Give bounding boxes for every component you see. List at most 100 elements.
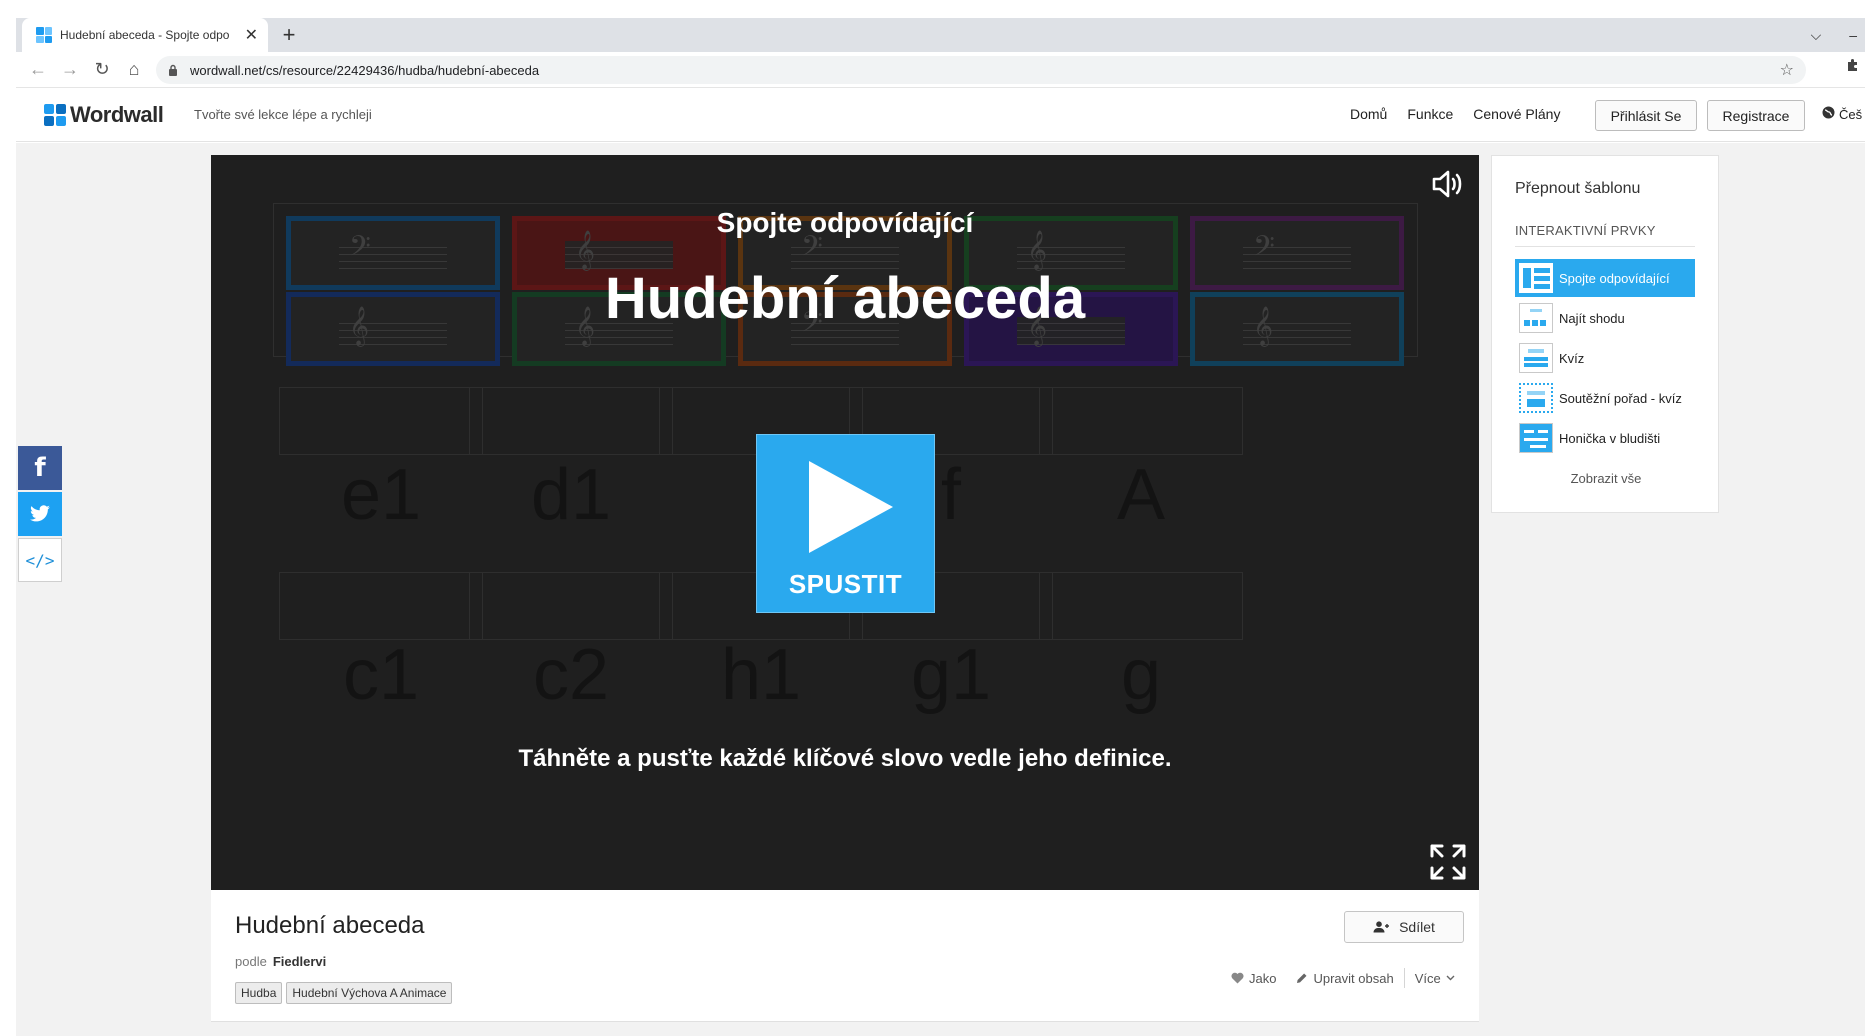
- pencil-icon: [1297, 973, 1307, 983]
- activity-title: Hudební abeceda: [235, 912, 425, 939]
- logo-mark-icon: [44, 104, 66, 126]
- template-quiz[interactable]: Kvíz: [1515, 339, 1695, 377]
- nav-pricing-link[interactable]: Cenové Plány: [1473, 106, 1560, 122]
- minimize-icon[interactable]: –: [1849, 27, 1857, 43]
- play-icon: [808, 461, 893, 553]
- share-user-icon: [1373, 921, 1390, 933]
- start-button[interactable]: SPUSTIT: [756, 434, 935, 613]
- keyword-card[interactable]: c2: [469, 639, 673, 711]
- template-label: Honička v bludišti: [1559, 430, 1661, 446]
- keyword-card[interactable]: g: [1039, 639, 1243, 711]
- game-instructions: Táhněte a pusťte každé klíčové slovo ved…: [518, 745, 1172, 772]
- login-button[interactable]: Přihlásit Se: [1595, 100, 1697, 131]
- heart-icon: [1231, 972, 1244, 984]
- browser-tab-active[interactable]: Hudební abeceda - Spojte odpo ✕: [22, 18, 268, 52]
- url-field[interactable]: wordwall.net/cs/resource/22429436/hudba/…: [156, 56, 1806, 84]
- language-selector[interactable]: Češ: [1822, 106, 1862, 122]
- show-all-templates-link[interactable]: Zobrazit vše: [1492, 471, 1720, 486]
- chevron-down-icon: [1446, 975, 1455, 981]
- logo-wordmark: Wordwall: [70, 102, 164, 127]
- match-up-icon: [1519, 263, 1553, 293]
- address-bar: ← → ↻ ⌂ wordwall.net/cs/resource/2242943…: [16, 52, 1865, 88]
- author-line: podle Fiedlervi: [235, 954, 326, 969]
- share-label: Sdílet: [1399, 919, 1435, 935]
- close-tab-icon[interactable]: ✕: [245, 25, 258, 45]
- facebook-share-button[interactable]: f: [18, 446, 62, 490]
- forward-arrow-icon[interactable]: →: [54, 54, 86, 86]
- language-label: Češ: [1839, 106, 1863, 122]
- edit-content-button[interactable]: Upravit obsah: [1286, 971, 1403, 986]
- url-text: wordwall.net/cs/resource/22429436/hudba/…: [190, 62, 540, 78]
- template-divider: [1515, 246, 1695, 247]
- tab-title: Hudební abeceda - Spojte odpo: [60, 28, 230, 42]
- template-section-label: INTERAKTIVNÍ PRVKY: [1515, 223, 1656, 238]
- like-label: Jako: [1249, 970, 1277, 986]
- start-button-label: SPUSTIT: [788, 569, 903, 599]
- register-button[interactable]: Registrace: [1707, 100, 1805, 131]
- quiz-icon: [1519, 343, 1553, 373]
- game-title: Hudební abeceda: [604, 266, 1086, 331]
- tag-list: Hudba Hudební Výchova A Animace: [235, 982, 453, 1004]
- keyword-card[interactable]: A: [1039, 459, 1243, 531]
- edit-content-label: Upravit obsah: [1313, 970, 1394, 986]
- drop-slot[interactable]: [279, 387, 483, 455]
- template-label: Kvíz: [1559, 350, 1585, 366]
- extensions-puzzle-icon[interactable]: [1845, 58, 1861, 79]
- game-player: 𝄢 𝄞 𝄢 𝄞 𝄢 𝄞 𝄞 𝄢 𝄞 𝄞 e1 d1 f A c1 c2 h1 g…: [211, 155, 1479, 890]
- globe-icon: [1822, 106, 1835, 122]
- activity-info-panel: Hudební abeceda podle Fiedlervi Hudba Hud…: [211, 890, 1479, 1022]
- more-menu-button[interactable]: Více: [1405, 971, 1465, 986]
- template-label: Spojte odpovídající: [1559, 270, 1670, 286]
- reload-icon[interactable]: ↻: [86, 54, 118, 86]
- tag-item[interactable]: Hudba: [235, 982, 283, 1004]
- drop-slot[interactable]: [1039, 572, 1243, 640]
- nav-features-link[interactable]: Funkce: [1407, 106, 1453, 122]
- tag-item[interactable]: Hudební Výchova A Animace: [286, 982, 453, 1004]
- template-gameshow-quiz[interactable]: Soutěžní pořad - kvíz: [1515, 379, 1695, 417]
- find-match-icon: [1519, 303, 1553, 333]
- share-button[interactable]: Sdílet: [1344, 911, 1464, 943]
- keyword-card[interactable]: h1: [659, 639, 863, 711]
- author-link[interactable]: Fiedlervi: [273, 954, 326, 969]
- new-tab-button[interactable]: +: [276, 22, 302, 48]
- back-arrow-icon[interactable]: ←: [22, 54, 54, 86]
- main-nav: Domů Funkce Cenové Plány: [1350, 106, 1560, 122]
- tab-search-icon[interactable]: ⌵: [1811, 27, 1822, 44]
- nav-home-link[interactable]: Domů: [1350, 106, 1387, 122]
- switch-template-heading: Přepnout šablonu: [1515, 180, 1641, 197]
- code-icon: </>: [25, 550, 55, 570]
- drop-slot[interactable]: [469, 387, 673, 455]
- more-label: Více: [1414, 970, 1441, 986]
- home-icon[interactable]: ⌂: [118, 54, 150, 86]
- bookmark-star-icon[interactable]: ☆: [1780, 60, 1794, 80]
- template-maze-chase[interactable]: Honička v bludišti: [1515, 419, 1695, 457]
- template-label: Soutěžní pořad - kvíz: [1559, 390, 1682, 406]
- gameshow-quiz-icon: [1519, 383, 1553, 413]
- switch-template-panel: Přepnout šablonu INTERAKTIVNÍ PRVKY Spoj…: [1491, 155, 1719, 513]
- twitter-share-button[interactable]: [18, 492, 62, 536]
- site-header: Wordwall Tvořte své lekce lépe a rychlej…: [16, 88, 1865, 142]
- wordwall-favicon-icon: [36, 27, 52, 43]
- facebook-icon: f: [34, 453, 46, 483]
- fullscreen-icon[interactable]: [1428, 842, 1468, 882]
- keyword-card[interactable]: e1: [279, 459, 483, 531]
- keyword-card[interactable]: g1: [849, 639, 1053, 711]
- drop-slot[interactable]: [279, 572, 483, 640]
- screen: Hudební abeceda - Spojte odpo ✕ + ⌵ – ← …: [0, 0, 1865, 1036]
- window-controls: ⌵ –: [1811, 18, 1865, 52]
- template-match-up[interactable]: Spojte odpovídající: [1515, 259, 1695, 297]
- wordwall-logo[interactable]: Wordwall: [44, 102, 164, 128]
- keyword-card[interactable]: d1: [469, 459, 673, 531]
- twitter-icon: [30, 505, 50, 522]
- keyword-card[interactable]: c1: [279, 639, 483, 711]
- template-label: Najít shodu: [1559, 310, 1625, 326]
- game-template-name: Spojte odpovídající: [716, 207, 974, 238]
- embed-code-button[interactable]: </>: [18, 538, 62, 582]
- drop-slot[interactable]: [1039, 387, 1243, 455]
- by-label: podle: [235, 954, 267, 969]
- sound-icon[interactable]: [1431, 169, 1465, 199]
- drop-slot[interactable]: [469, 572, 673, 640]
- template-find-match[interactable]: Najít shodu: [1515, 299, 1695, 337]
- activity-actions: Jako Upravit obsah Více: [1221, 968, 1465, 988]
- like-button[interactable]: Jako: [1221, 971, 1286, 986]
